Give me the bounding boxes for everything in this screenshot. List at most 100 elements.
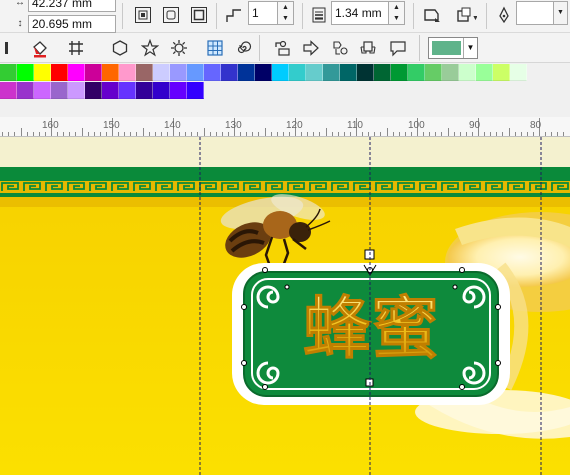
outline-width-stepper[interactable]: ▲ ▼ [389, 1, 405, 25]
ruler-tick [386, 128, 388, 136]
scalloped-corner-button[interactable] [159, 3, 183, 25]
palette-swatch[interactable] [17, 82, 34, 99]
callout-shapes-button[interactable] [386, 36, 410, 60]
palette-swatch[interactable] [357, 64, 374, 81]
palette-swatch[interactable] [306, 64, 323, 81]
corner-radius-field[interactable]: 1 [248, 1, 278, 25]
palette-swatch[interactable] [0, 82, 17, 99]
palette-swatch[interactable] [119, 64, 136, 81]
ruler-tick [32, 132, 34, 136]
convert-to-curves-button[interactable] [420, 3, 444, 25]
palette-swatch[interactable] [323, 64, 340, 81]
ruler-tick [209, 132, 211, 136]
drawing-canvas[interactable]: 蜂蜜 [0, 137, 570, 475]
palette-swatch[interactable] [272, 64, 289, 81]
ruler-tick [270, 132, 272, 136]
palette-swatch[interactable] [85, 82, 102, 99]
palette-swatch[interactable] [34, 82, 51, 99]
palette-swatch[interactable] [68, 64, 85, 81]
width-icon: ↔ [15, 0, 25, 8]
palette-swatch[interactable] [136, 64, 153, 81]
palette-swatch[interactable] [136, 82, 153, 99]
chamfered-corner-button[interactable] [187, 3, 211, 25]
ruler-tick [465, 132, 467, 136]
outline-width-field[interactable]: 1.34 mm [331, 1, 389, 25]
ruler-tick [14, 132, 16, 136]
complex-star-tool-button[interactable] [167, 36, 191, 60]
palette-swatch[interactable] [102, 82, 119, 99]
palette-swatch[interactable] [170, 64, 187, 81]
palette-swatch[interactable] [476, 64, 493, 81]
corner-radius-stepper[interactable]: ▲ ▼ [278, 1, 294, 25]
palette-swatch[interactable] [34, 64, 51, 81]
round-corner-button[interactable] [131, 3, 155, 25]
palette-swatch[interactable] [85, 64, 102, 81]
ruler-tick [142, 128, 144, 136]
ruler-tick [459, 132, 461, 136]
fill-color-selector[interactable]: ▼ [428, 37, 478, 59]
ruler-tick [349, 132, 351, 136]
palette-swatch[interactable] [442, 64, 459, 81]
palette-swatch[interactable] [102, 64, 119, 81]
fill-tool-button[interactable] [28, 36, 52, 60]
palette-swatch[interactable] [340, 64, 357, 81]
palette-swatch[interactable] [221, 64, 238, 81]
ruler-tick [514, 132, 516, 136]
palette-swatch[interactable] [204, 64, 221, 81]
palette-swatch[interactable] [153, 82, 170, 99]
ruler-tick [374, 132, 376, 136]
palette-swatch[interactable] [289, 64, 306, 81]
ruler-tick [392, 132, 394, 136]
palette-swatch[interactable] [51, 82, 68, 99]
wrap-text-button[interactable]: ▼ [454, 3, 478, 25]
height-field[interactable]: 20.695 mm [28, 15, 116, 33]
ruler-tick [203, 128, 205, 136]
star-tool-button[interactable] [138, 36, 162, 60]
palette-swatch[interactable] [0, 64, 17, 81]
separator [122, 3, 123, 29]
arrow-shapes-button[interactable] [299, 36, 323, 60]
ruler-tick [410, 132, 412, 136]
width-field[interactable]: 42.237 mm [28, 0, 116, 12]
ruler-tick [276, 132, 278, 136]
horizontal-ruler[interactable]: 160 150 140 130 120 110 100 90 80 [0, 117, 570, 137]
palette-swatch[interactable] [68, 82, 85, 99]
ruler-tick [75, 132, 77, 136]
palette-swatch[interactable] [425, 64, 442, 81]
page-top-strip [0, 137, 570, 167]
palette-swatch[interactable] [170, 82, 187, 99]
palette-swatch[interactable] [153, 64, 170, 81]
palette-swatch[interactable] [493, 64, 510, 81]
pattern-tool-button[interactable] [64, 36, 88, 60]
palette-swatch[interactable] [255, 64, 272, 81]
basic-shapes-button[interactable] [270, 36, 294, 60]
palette-swatch[interactable] [238, 64, 255, 81]
table-icon [207, 40, 223, 56]
polygon-tool-button[interactable] [108, 36, 132, 60]
palette-swatch[interactable] [459, 64, 476, 81]
palette-swatch[interactable] [187, 82, 204, 99]
palette-swatch[interactable] [17, 64, 34, 81]
banner-shapes-button[interactable] [356, 36, 380, 60]
palette-swatch[interactable] [391, 64, 408, 81]
palette-swatch[interactable] [510, 64, 527, 81]
scalloped-corner-icon [163, 7, 179, 23]
partial-tool-button[interactable] [0, 36, 16, 60]
stepper-up-icon: ▲ [393, 4, 400, 11]
table-tool-button[interactable] [203, 36, 227, 60]
outline-color-swatch[interactable] [516, 1, 554, 25]
fill-icon [33, 41, 47, 58]
flowchart-shapes-button[interactable] [328, 36, 352, 60]
outline-color-dropdown[interactable]: ▼ [554, 1, 568, 25]
palette-swatch[interactable] [51, 64, 68, 81]
ruler-tick [429, 132, 431, 136]
palette-swatch[interactable] [374, 64, 391, 81]
palette-swatch[interactable] [408, 64, 425, 81]
spiral-tool-button[interactable] [231, 36, 255, 60]
outline-pen-button[interactable] [492, 3, 516, 25]
palette-swatch[interactable] [187, 64, 204, 81]
palette-swatch[interactable] [119, 82, 136, 99]
convert-to-curves-icon [424, 9, 440, 22]
ruler-tick [368, 132, 370, 136]
ruler-tick [105, 132, 107, 136]
